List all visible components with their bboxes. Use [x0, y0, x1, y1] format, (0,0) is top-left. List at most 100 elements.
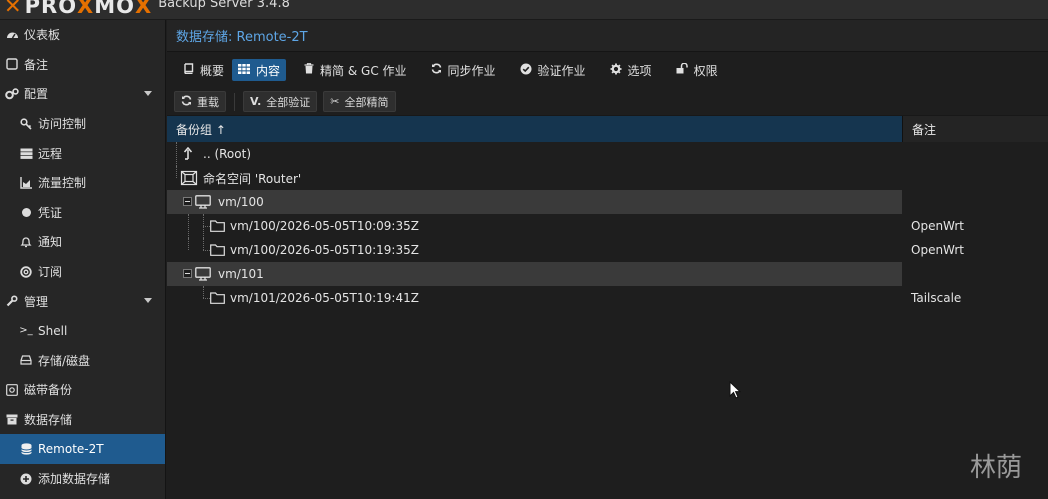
- watermark-text: 林荫: [970, 453, 1023, 483]
- book-icon: [183, 63, 194, 77]
- verify-icon: V.: [250, 95, 262, 108]
- sidebar-item-label: 添加数据存储: [38, 472, 111, 487]
- collapse-toggle[interactable]: [183, 269, 192, 278]
- column-header-backup-group[interactable]: 备份组 ↑: [167, 116, 902, 142]
- tab-sync-jobs[interactable]: 同步作业: [425, 59, 502, 81]
- column-header-comment[interactable]: 备注: [902, 116, 1048, 142]
- sidebar-item-access-control[interactable]: 访问控制: [0, 109, 165, 139]
- tree-row-label: vm/100: [218, 195, 264, 209]
- namespace-icon: [180, 170, 198, 186]
- tree-row-label: vm/101: [218, 267, 264, 281]
- key-icon: [19, 117, 33, 131]
- sidebar-item-notifications[interactable]: 通知: [0, 227, 165, 257]
- sidebar-item-traffic-control[interactable]: 流量控制: [0, 168, 165, 198]
- gears-icon: [5, 87, 19, 101]
- sidebar-item-label: 磁带备份: [24, 383, 73, 398]
- tree-row-label: vm/100/2026-05-05T10:09:35Z: [230, 219, 419, 233]
- sidebar-item-label: 管理: [24, 294, 49, 309]
- proxmox-logo: ✕ P R O X M O X: [4, 0, 152, 18]
- bell-icon: [19, 235, 33, 249]
- sidebar-item-label: 数据存储: [24, 413, 73, 428]
- tree-row-comment: [902, 262, 1048, 286]
- certificate-icon: [19, 205, 33, 219]
- button-label: 重载: [197, 95, 219, 109]
- toolbar: 重载 V. 全部验证 ✂ 全部精简: [167, 88, 1048, 116]
- gear-icon: [610, 63, 622, 78]
- chevron-down-icon[interactable]: [144, 298, 152, 304]
- tree-row-comment: [902, 190, 1048, 214]
- sidebar-item-administration[interactable]: 管理: [0, 286, 165, 316]
- sidebar-item-configuration[interactable]: 配置: [0, 79, 165, 109]
- logo-letter: P: [24, 0, 42, 18]
- reload-button[interactable]: 重载: [174, 91, 226, 112]
- sidebar-item-notes[interactable]: 备注: [0, 50, 165, 80]
- sidebar-item-remotes[interactable]: 远程: [0, 138, 165, 168]
- sidebar-item-dashboard[interactable]: 仪表板: [0, 20, 165, 50]
- sidebar-item-add-datastore[interactable]: 添加数据存储: [0, 464, 165, 494]
- th-icon: [238, 63, 251, 77]
- sidebar-item-storage-disks[interactable]: 存储/磁盘: [0, 346, 165, 376]
- folder-icon: [210, 244, 225, 256]
- button-label: 全部精简: [344, 95, 389, 109]
- chevron-down-icon[interactable]: [144, 91, 152, 97]
- logo-letter: X: [135, 0, 153, 18]
- prune-all-button[interactable]: ✂ 全部精简: [323, 91, 396, 112]
- tree-row-label: 命名空间 'Router': [203, 171, 302, 186]
- logo-letter: X: [77, 0, 95, 18]
- notes-icon: [5, 57, 19, 71]
- collapse-toggle[interactable]: [183, 197, 192, 206]
- tab-permissions[interactable]: 权限: [670, 59, 724, 81]
- logo-letter: R: [41, 0, 59, 18]
- tree-row-group-vm101[interactable]: vm/101: [167, 262, 1048, 286]
- refresh-icon: [181, 95, 192, 109]
- sidebar-item-tape-backup[interactable]: 磁带备份: [0, 375, 165, 405]
- tab-label: 权限: [693, 63, 718, 78]
- sidebar-item-datastore[interactable]: 数据存储: [0, 405, 165, 435]
- tab-verify-jobs[interactable]: 验证作业: [514, 59, 592, 81]
- plus-circle-icon: [19, 472, 33, 486]
- button-label: 全部验证: [266, 95, 311, 109]
- tree-row-comment: OpenWrt: [911, 219, 965, 233]
- tree-row-label: vm/101/2026-05-05T10:19:41Z: [230, 291, 419, 305]
- sidebar-item-shell[interactable]: >_ Shell: [0, 316, 165, 346]
- tree-row-comment: [902, 142, 1048, 166]
- wrench-icon: [5, 294, 19, 308]
- tree-row-namespace[interactable]: 命名空间 'Router': [167, 166, 1048, 190]
- logo-letter: M: [94, 0, 117, 18]
- mouse-cursor-icon: [729, 380, 742, 402]
- tab-options[interactable]: 选项: [604, 59, 658, 81]
- trash-icon: [304, 63, 314, 77]
- tab-bar: 概要 内容 精简 & GC 作业 同步作业 验证作业 选项 权限: [167, 52, 1048, 88]
- tab-summary[interactable]: 概要: [177, 59, 230, 81]
- tree-row-snapshot[interactable]: vm/100/2026-05-05T10:09:35Z OpenWrt: [167, 214, 1048, 238]
- tree-row-root[interactable]: .. (Root): [167, 142, 1048, 166]
- tab-label: 同步作业: [447, 63, 496, 78]
- logo-x-mark: ✕: [4, 0, 23, 18]
- tab-content[interactable]: 内容: [232, 59, 287, 81]
- dashboard-icon: [5, 28, 19, 42]
- area-chart-icon: [19, 176, 33, 190]
- logo-letter: O: [116, 0, 136, 18]
- verify-all-button[interactable]: V. 全部验证: [243, 91, 318, 112]
- tree-row-snapshot[interactable]: vm/101/2026-05-05T10:19:41Z Tailscale: [167, 286, 1048, 310]
- sidebar-item-label: 流量控制: [38, 176, 87, 191]
- tree-row-snapshot[interactable]: vm/100/2026-05-05T10:19:35Z OpenWrt: [167, 238, 1048, 262]
- sidebar-item-label: 仪表板: [24, 28, 61, 43]
- tab-prune-gc-jobs[interactable]: 精简 & GC 作业: [298, 59, 412, 81]
- sidebar-item-label: 备注: [24, 57, 49, 72]
- tab-label: 验证作业: [537, 63, 586, 78]
- sidebar-item-label: 远程: [38, 146, 63, 161]
- sidebar-item-subscription[interactable]: 订阅: [0, 257, 165, 287]
- sidebar-item-remote-2t[interactable]: Remote-2T: [0, 434, 165, 464]
- sidebar: 仪表板 备注 配置 访问控制 远程 流量控制 凭证 通知 订阅 管理 >_ Sh…: [0, 20, 166, 499]
- tree-row-group-vm100[interactable]: vm/100: [167, 190, 1048, 214]
- tree-row-comment: OpenWrt: [911, 243, 965, 257]
- sidebar-item-label: Remote-2T: [38, 442, 104, 457]
- backup-tree: .. (Root) 命名空间 'Router' vm/100 vm/100/20…: [167, 142, 1048, 310]
- sidebar-item-certificates[interactable]: 凭证: [0, 198, 165, 228]
- tab-label: 内容: [256, 63, 281, 78]
- desktop-icon: [195, 267, 211, 281]
- archive-icon: [5, 413, 19, 427]
- sidebar-item-label: 凭证: [38, 205, 63, 220]
- check-circle-icon: [520, 63, 532, 78]
